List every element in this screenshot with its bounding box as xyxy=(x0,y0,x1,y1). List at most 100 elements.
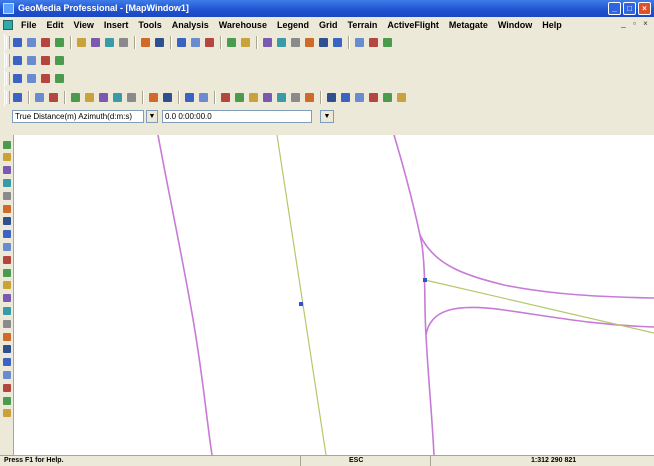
menu-terrain[interactable]: Terrain xyxy=(342,19,382,31)
analyze-button[interactable] xyxy=(111,91,124,104)
intersect-button[interactable] xyxy=(339,91,352,104)
digitize-button[interactable] xyxy=(11,54,24,67)
overview-button[interactable] xyxy=(331,36,344,49)
mdi-close-button[interactable]: × xyxy=(641,19,650,29)
close-button[interactable]: × xyxy=(638,2,651,15)
copy-feature-button[interactable] xyxy=(1,203,13,214)
chamfer-button[interactable] xyxy=(1,267,13,278)
delete-button[interactable] xyxy=(117,36,130,49)
surface-button[interactable] xyxy=(39,72,52,85)
menu-legend[interactable]: Legend xyxy=(272,19,314,31)
copy-button[interactable] xyxy=(89,36,102,49)
menu-edit[interactable]: Edit xyxy=(42,19,69,31)
snap-button[interactable] xyxy=(197,91,210,104)
break-button[interactable] xyxy=(1,305,13,316)
extend-button[interactable] xyxy=(303,91,316,104)
road-left[interactable] xyxy=(157,135,213,455)
menu-metagate[interactable]: Metagate xyxy=(444,19,493,31)
layer-button[interactable] xyxy=(225,36,238,49)
measure-line-vertical[interactable] xyxy=(276,135,327,455)
curve-button[interactable] xyxy=(147,91,160,104)
maximize-button[interactable]: □ xyxy=(623,2,636,15)
redo-button[interactable] xyxy=(153,36,166,49)
circle-button[interactable] xyxy=(367,91,380,104)
parallel-button[interactable] xyxy=(1,241,13,252)
center-button[interactable] xyxy=(1,331,13,342)
curve-fit-button[interactable] xyxy=(353,91,366,104)
rectangle-button[interactable] xyxy=(395,91,408,104)
paste-button[interactable] xyxy=(103,36,116,49)
feature-button[interactable] xyxy=(53,54,66,67)
app-icon[interactable] xyxy=(3,3,14,14)
select-set-button[interactable] xyxy=(189,36,202,49)
perpendicular-button[interactable] xyxy=(1,254,13,265)
measure-line-diagonal[interactable] xyxy=(424,279,654,334)
map-canvas[interactable] xyxy=(14,135,654,455)
grid-button[interactable] xyxy=(11,72,24,85)
filter-button[interactable] xyxy=(97,91,110,104)
mirror-button[interactable] xyxy=(1,216,13,227)
insert-button[interactable] xyxy=(25,54,38,67)
pan-button[interactable] xyxy=(303,36,316,49)
vertex-button[interactable] xyxy=(1,318,13,329)
scale-button[interactable] xyxy=(1,177,13,188)
select-tool-button[interactable] xyxy=(175,36,188,49)
menu-grid[interactable]: Grid xyxy=(314,19,343,31)
measure-mode-select[interactable]: True Distance(m) Azimuth(d:m:s) xyxy=(12,110,144,123)
road-branch-upper[interactable] xyxy=(419,234,654,299)
new-button[interactable] xyxy=(11,36,24,49)
menu-analysis[interactable]: Analysis xyxy=(167,19,214,31)
warehouse-button[interactable] xyxy=(239,36,252,49)
point-button[interactable] xyxy=(381,91,394,104)
offset-button[interactable] xyxy=(261,91,274,104)
measure-distance-button[interactable] xyxy=(1,395,13,406)
split-button[interactable] xyxy=(325,91,338,104)
label-button[interactable] xyxy=(25,72,38,85)
fillet-button[interactable] xyxy=(1,280,13,291)
menu-activeflight[interactable]: ActiveFlight xyxy=(382,19,444,31)
select-all-button[interactable] xyxy=(47,91,60,104)
arrow-button[interactable] xyxy=(1,382,13,393)
document-icon[interactable] xyxy=(3,20,13,30)
trace-button[interactable] xyxy=(161,91,174,104)
line-tool-button[interactable] xyxy=(1,139,13,150)
cut-button[interactable] xyxy=(75,36,88,49)
reverse-button[interactable] xyxy=(1,344,13,355)
menu-insert[interactable]: Insert xyxy=(99,19,134,31)
help-pointer-button[interactable] xyxy=(381,36,394,49)
menu-help[interactable]: Help xyxy=(537,19,567,31)
line-button[interactable] xyxy=(219,91,232,104)
magnifier-button[interactable] xyxy=(367,36,380,49)
menu-file[interactable]: File xyxy=(16,19,42,31)
vertex-marker[interactable] xyxy=(299,302,303,306)
properties-button[interactable] xyxy=(353,36,366,49)
pointer-button[interactable] xyxy=(11,91,24,104)
edit-geom-button[interactable] xyxy=(69,91,82,104)
print-button[interactable] xyxy=(53,36,66,49)
road-right-vertical[interactable] xyxy=(393,135,435,455)
measure-mode-dropdown-arrow[interactable]: ▼ xyxy=(146,110,158,123)
measure-value-dropdown-arrow[interactable]: ▼ xyxy=(320,110,334,123)
tool-button[interactable] xyxy=(53,72,66,85)
select-button[interactable] xyxy=(33,91,46,104)
edit-button[interactable] xyxy=(39,54,52,67)
menu-warehouse[interactable]: Warehouse xyxy=(214,19,272,31)
menu-window[interactable]: Window xyxy=(493,19,537,31)
refresh-button[interactable] xyxy=(317,36,330,49)
road-branch-lower[interactable] xyxy=(425,306,654,336)
spline-button[interactable] xyxy=(1,369,13,380)
zoom-in-button[interactable] xyxy=(261,36,274,49)
chart-button[interactable] xyxy=(183,91,196,104)
minimize-button[interactable]: _ xyxy=(608,2,621,15)
polygon-button[interactable] xyxy=(247,91,260,104)
menu-view[interactable]: View xyxy=(69,19,99,31)
mdi-restore-button[interactable]: ▫ xyxy=(630,19,639,29)
save-button[interactable] xyxy=(39,36,52,49)
polyline-button[interactable] xyxy=(233,91,246,104)
fit-all-button[interactable] xyxy=(289,36,302,49)
legend-button[interactable] xyxy=(203,36,216,49)
undo-button[interactable] xyxy=(139,36,152,49)
map-window[interactable] xyxy=(14,135,654,455)
menu-tools[interactable]: Tools xyxy=(133,19,166,31)
zoom-out-button[interactable] xyxy=(275,36,288,49)
